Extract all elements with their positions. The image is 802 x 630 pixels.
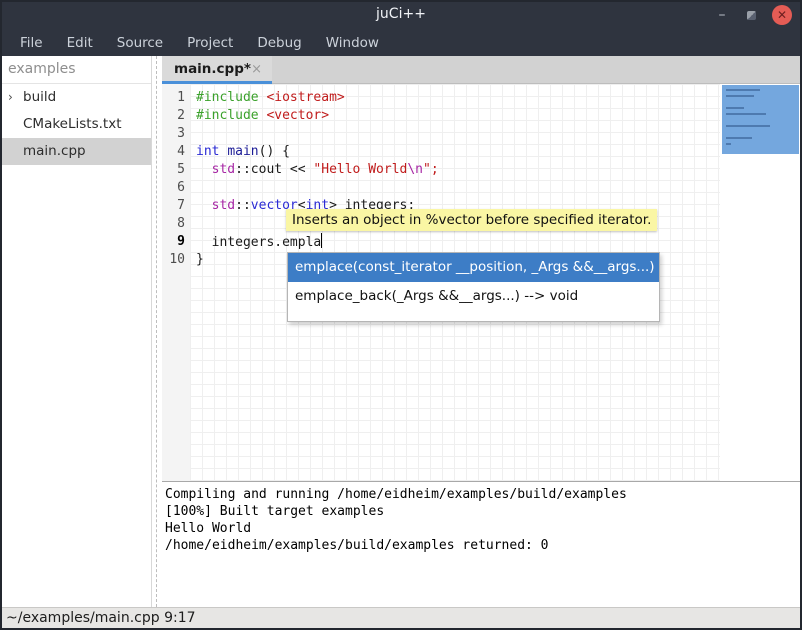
code-line-2[interactable]: #include <vector> bbox=[190, 107, 720, 125]
token-preprocessor: #include bbox=[196, 108, 266, 123]
token-namespace: std bbox=[212, 198, 235, 213]
token-plain: } bbox=[196, 252, 204, 267]
line-number: 8 bbox=[162, 215, 190, 233]
menu-item-window[interactable]: Window bbox=[316, 32, 389, 54]
minimap-code-line bbox=[726, 113, 766, 115]
restore-icon[interactable] bbox=[747, 11, 756, 20]
output-line: Hello World bbox=[165, 520, 802, 537]
minimap-code-line bbox=[726, 95, 754, 97]
output-line: [100%] Built target examples bbox=[165, 503, 802, 520]
tab-label: main.cpp* bbox=[174, 61, 251, 77]
code-line-3[interactable] bbox=[190, 125, 720, 143]
token-plain: :: bbox=[235, 198, 251, 213]
line-number-gutter: 12345678910 bbox=[162, 84, 190, 481]
token-plain bbox=[196, 162, 212, 177]
close-button[interactable]: ✕ bbox=[772, 5, 792, 25]
line-number: 6 bbox=[162, 179, 190, 197]
token-preprocessor: #include bbox=[196, 90, 266, 105]
sidebar-item-cmakelists-txt[interactable]: CMakeLists.txt bbox=[0, 111, 151, 138]
line-number: 2 bbox=[162, 107, 190, 125]
menu-item-source[interactable]: Source bbox=[107, 32, 173, 54]
token-string: <iostream> bbox=[266, 90, 344, 105]
minimap-code-line bbox=[726, 143, 731, 145]
sidebar-item-build[interactable]: › build bbox=[0, 84, 151, 111]
project-name-label: examples bbox=[0, 56, 151, 84]
token-escape: \n bbox=[407, 162, 423, 177]
code-line-6[interactable] bbox=[190, 179, 720, 197]
window-title: juCi++ bbox=[0, 6, 802, 22]
completion-item-0[interactable]: emplace(const_iterator __position, _Args… bbox=[288, 253, 659, 282]
token-namespace: std bbox=[212, 162, 235, 177]
minimap-code-line bbox=[726, 89, 760, 91]
output-line: Compiling and running /home/eidheim/exam… bbox=[165, 486, 802, 503]
token-function: main bbox=[227, 144, 258, 159]
minimap-code-line bbox=[726, 107, 744, 109]
line-number: 3 bbox=[162, 125, 190, 143]
completion-item-1[interactable]: emplace_back(_Args &&__args...) --> void bbox=[288, 282, 659, 311]
autocomplete-popup: emplace(const_iterator __position, _Args… bbox=[287, 252, 660, 322]
line-number: 7 bbox=[162, 197, 190, 215]
minimap[interactable] bbox=[720, 84, 802, 481]
token-string: <vector> bbox=[266, 108, 329, 123]
tree-item-label: CMakeLists.txt bbox=[23, 111, 122, 138]
code-line-4[interactable]: int main() { bbox=[190, 143, 720, 161]
titlebar[interactable]: juCi++ – ✕ bbox=[0, 0, 802, 30]
token-keyword: int bbox=[196, 144, 219, 159]
token-plain: integers.empla bbox=[196, 235, 321, 250]
minimize-button[interactable]: – bbox=[713, 7, 731, 23]
tabbar: main.cpp* × bbox=[162, 56, 802, 84]
minimap-code-line bbox=[726, 137, 752, 139]
menubar: FileEditSourceProjectDebugWindow bbox=[0, 30, 802, 56]
menu-item-project[interactable]: Project bbox=[177, 32, 243, 54]
text-cursor bbox=[321, 233, 322, 248]
line-number: 5 bbox=[162, 161, 190, 179]
minimap-viewport[interactable] bbox=[722, 85, 799, 154]
line-number: 9 bbox=[162, 233, 190, 251]
output-line: /home/eidheim/examples/build/examples re… bbox=[165, 537, 802, 554]
chevron-right-icon[interactable]: › bbox=[8, 84, 13, 111]
menu-item-edit[interactable]: Edit bbox=[57, 32, 103, 54]
code-line-5[interactable]: std::cout << "Hello World\n"; bbox=[190, 161, 720, 179]
build-output-panel[interactable]: Compiling and running /home/eidheim/exam… bbox=[162, 484, 802, 607]
menu-item-debug[interactable]: Debug bbox=[247, 32, 311, 54]
token-plain: () { bbox=[259, 144, 290, 159]
sidebar-file-tree: examples › buildCMakeLists.txtmain.cpp bbox=[0, 56, 152, 607]
tab-main-cpp[interactable]: main.cpp* × bbox=[162, 56, 272, 84]
statusbar-path-position: ~/examples/main.cpp 9:17 bbox=[6, 610, 196, 626]
app-window: juCi++ – ✕ FileEditSourceProjectDebugWin… bbox=[0, 0, 802, 630]
statusbar: ~/examples/main.cpp 9:17 bbox=[0, 607, 802, 630]
code-line-1[interactable]: #include <iostream> bbox=[190, 89, 720, 107]
token-string: "Hello World bbox=[313, 162, 407, 177]
line-number: 1 bbox=[162, 89, 190, 107]
token-string: "; bbox=[423, 162, 439, 177]
doc-tooltip: Inserts an object in %vector before spec… bbox=[286, 209, 657, 231]
menu-item-file[interactable]: File bbox=[10, 32, 53, 54]
tab-close-icon[interactable]: × bbox=[251, 62, 262, 77]
line-number: 4 bbox=[162, 143, 190, 161]
line-number: 10 bbox=[162, 251, 190, 269]
minimap-code-line bbox=[726, 125, 770, 127]
tree-item-label: build bbox=[23, 84, 56, 111]
sidebar-splitter[interactable] bbox=[156, 56, 157, 607]
token-plain: ::cout << bbox=[235, 162, 313, 177]
window-controls: – ✕ bbox=[713, 0, 792, 30]
token-plain bbox=[196, 198, 212, 213]
tree-item-label: main.cpp bbox=[23, 138, 86, 165]
code-line-9[interactable]: integers.empla bbox=[190, 233, 720, 251]
sidebar-item-main-cpp[interactable]: main.cpp bbox=[0, 138, 151, 165]
